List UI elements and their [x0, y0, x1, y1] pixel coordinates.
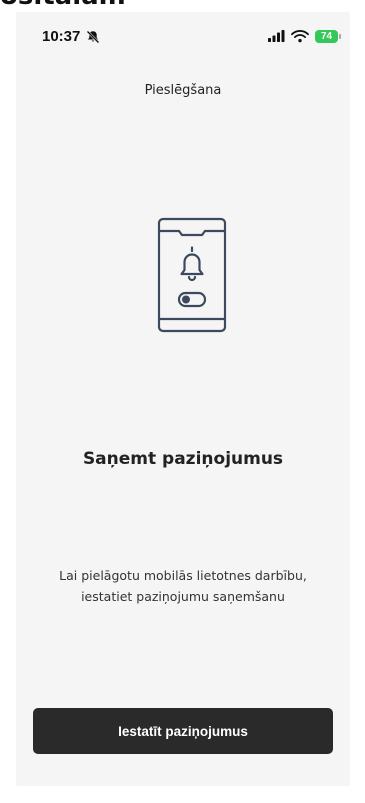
cropped-header-text: ositalam — [0, 0, 220, 12]
notifications-description: Lai pielāgotu mobilās lietotnes darbību,… — [36, 565, 330, 607]
description-line-2: iestatiet paziņojumu saņemšanu — [81, 589, 285, 604]
wifi-icon — [291, 30, 309, 43]
set-notifications-button[interactable]: Iestatīt paziņojumus — [33, 708, 333, 754]
battery-icon: 74 — [315, 29, 341, 43]
notifications-heading: Saņemt paziņojumus — [82, 449, 284, 469]
page-title: Pieslēgšana — [144, 83, 222, 98]
cellular-signal-icon — [268, 30, 285, 42]
description-line-1: Lai pielāgotu mobilās lietotnes darbību, — [59, 568, 307, 583]
bell-slash-icon — [86, 30, 100, 44]
status-bar: 10:37 74 — [16, 12, 350, 58]
status-time: 10:37 — [42, 28, 81, 45]
phone-notification-toggle-icon — [157, 217, 227, 333]
app-screen: 10:37 74 Pieslēgšana Saņemt paziņojumus … — [16, 12, 350, 786]
status-indicators: 74 — [267, 28, 341, 44]
